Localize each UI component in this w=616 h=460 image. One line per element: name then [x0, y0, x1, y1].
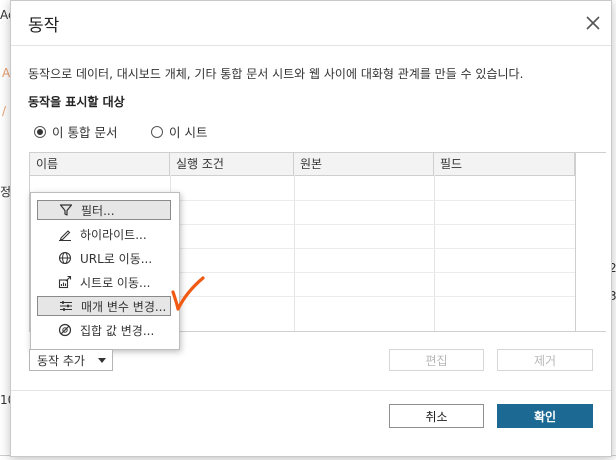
section-label: 동작을 표시할 대상: [28, 95, 125, 109]
menu-item-highlight[interactable]: 하이라이트...: [37, 224, 171, 244]
radio-label: 이 통합 문서: [52, 125, 118, 140]
column-header-fields[interactable]: 필드: [434, 153, 575, 175]
ok-button[interactable]: 확인: [497, 404, 593, 428]
menu-item-change-parameter[interactable]: 매개 변수 변경...: [37, 296, 171, 316]
go-to-sheet-icon: [57, 274, 73, 290]
menu-item-change-set-values[interactable]: 집합 값 변경...: [37, 320, 171, 340]
menu-item-go-to-sheet[interactable]: 시트로 이동...: [37, 272, 171, 292]
radio-checked-icon: [34, 125, 46, 138]
edit-button[interactable]: 편집: [389, 349, 484, 371]
bg-text-fragment: A: [2, 66, 11, 80]
globe-icon: [57, 250, 73, 266]
menu-item-label: URL로 이동...: [80, 251, 153, 266]
add-action-dropdown[interactable]: 동작 추가: [29, 349, 113, 371]
bg-text-fragment: /: [2, 104, 7, 118]
close-icon[interactable]: [583, 13, 603, 33]
add-action-menu: 필터... 하이라이트... URL로 이동... 시트로 이동... 매개 변…: [30, 192, 180, 350]
column-divider: [434, 175, 435, 331]
radio-unchecked-icon: [151, 125, 163, 138]
radio-label: 이 시트: [169, 125, 208, 140]
annotation-checkmark-icon: [171, 276, 205, 311]
title-divider: [11, 45, 611, 46]
remove-button[interactable]: 제거: [497, 349, 593, 371]
add-action-label: 동작 추가: [37, 353, 85, 368]
column-header-name[interactable]: 이름: [30, 153, 170, 175]
column-divider: [294, 175, 295, 331]
dialog-title: 동작: [28, 16, 60, 36]
set-icon: [57, 322, 73, 338]
menu-item-go-to-url[interactable]: URL로 이동...: [37, 248, 171, 268]
menu-item-label: 매개 변수 변경...: [81, 299, 167, 314]
radio-this-sheet[interactable]: 이 시트: [151, 122, 207, 141]
menu-item-filter[interactable]: 필터...: [37, 200, 171, 220]
menu-item-label: 시트로 이동...: [80, 275, 151, 290]
actions-dialog: 동작 동작으로 데이터, 대시보드 개체, 기타 통합 문서 시트와 웹 사이에…: [10, 0, 612, 457]
menu-item-label: 집합 값 변경...: [80, 323, 155, 338]
cancel-button[interactable]: 취소: [389, 404, 484, 428]
dialog-description: 동작으로 데이터, 대시보드 개체, 기타 통합 문서 시트와 웹 사이에 대화…: [28, 67, 524, 81]
highlight-pen-icon: [57, 226, 73, 242]
footer-divider: [11, 390, 611, 391]
menu-item-label: 하이라이트...: [80, 227, 147, 242]
parameter-icon: [58, 298, 74, 314]
column-header-source[interactable]: 원본: [294, 153, 434, 175]
menu-item-label: 필터...: [81, 203, 115, 218]
table-scrollbar-area[interactable]: [575, 153, 606, 331]
radio-this-workbook[interactable]: 이 통합 문서: [34, 122, 117, 141]
filter-icon: [58, 202, 74, 218]
table-header: 이름 실행 조건 원본 필드: [30, 153, 605, 176]
column-header-run-on[interactable]: 실행 조건: [170, 153, 294, 175]
dropdown-arrow-icon: [98, 358, 106, 363]
